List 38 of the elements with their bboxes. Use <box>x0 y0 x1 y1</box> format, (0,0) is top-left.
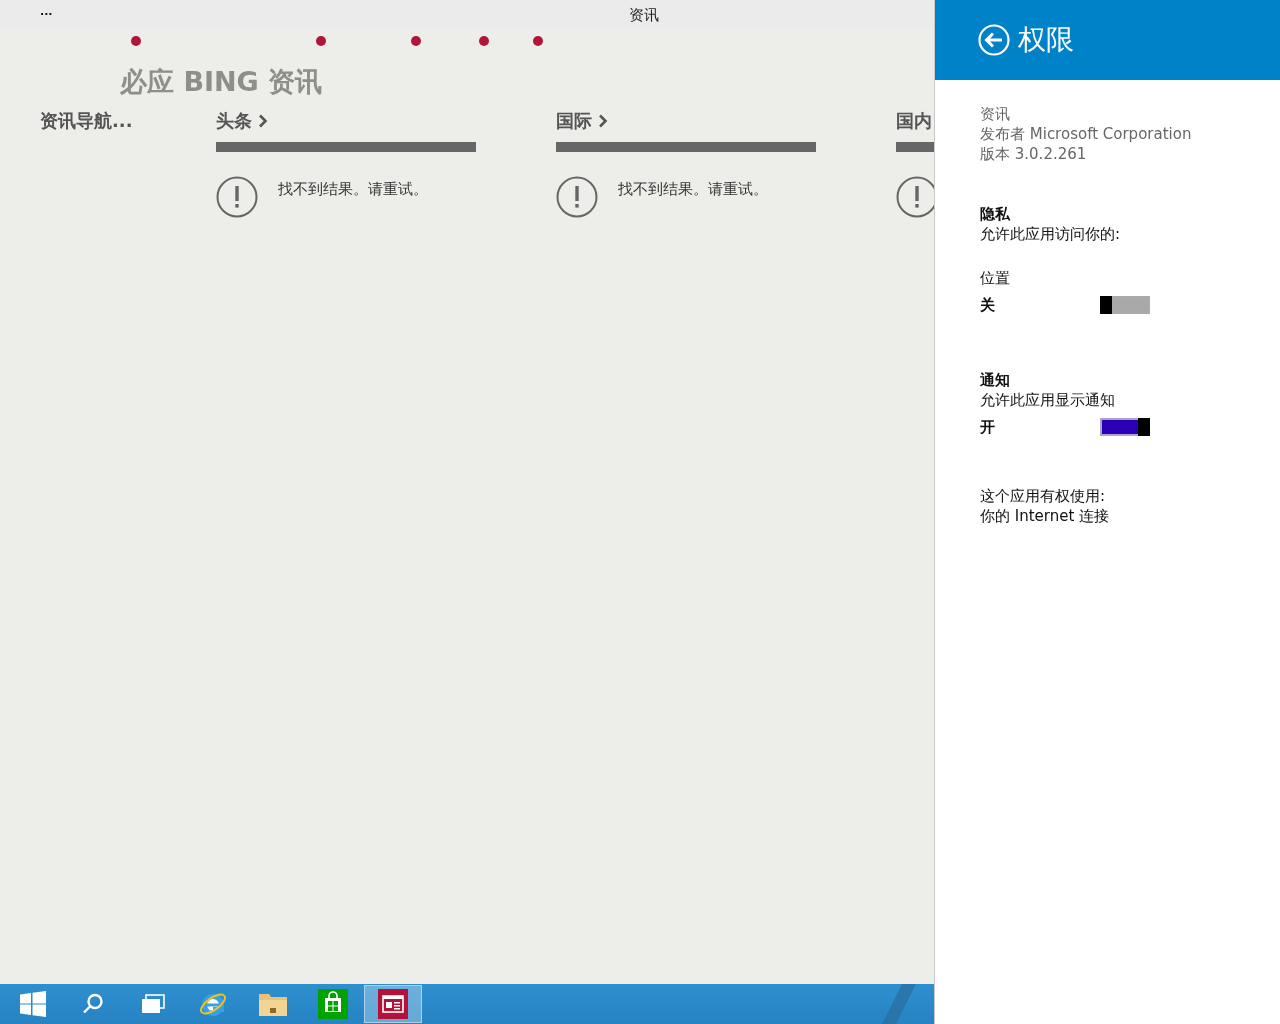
toggle-state-label: 开 <box>980 417 996 437</box>
search-icon <box>81 992 105 1016</box>
loading-dot <box>479 36 489 46</box>
capability-item: 你的 Internet 连接 <box>980 506 1111 526</box>
toggle-switch[interactable] <box>1100 296 1150 314</box>
window-title: 资讯 <box>628 5 659 25</box>
windows-stack-icon <box>141 994 165 1014</box>
windows-logo-icon <box>20 991 46 1017</box>
newspaper-icon <box>378 989 408 1019</box>
folder-icon <box>258 991 288 1017</box>
navigation-label[interactable]: 资讯导航... <box>40 108 216 218</box>
privacy-description: 允许此应用访问你的: <box>980 224 1122 244</box>
setting-label: 通知 <box>980 370 1011 390</box>
pane-title: 权限 <box>1018 22 1074 58</box>
loading-dot <box>316 36 326 46</box>
section-heading-link[interactable]: 国内 <box>896 108 934 134</box>
loading-dot <box>411 36 421 46</box>
exclamation-circle-icon <box>556 176 598 218</box>
toggle-state-label: 关 <box>980 295 996 315</box>
loading-dot <box>533 36 543 46</box>
app-brand-title: 必应 BING 资讯 <box>120 65 324 99</box>
exclamation-circle-icon <box>216 176 258 218</box>
setting-label: 位置 <box>980 268 1011 288</box>
toggle-switch[interactable] <box>1100 418 1150 436</box>
app-info-text: 发布者 Microsoft Corporation <box>980 124 1193 144</box>
privacy-heading: 隐私 <box>980 204 1011 224</box>
capabilities-heading: 这个应用有权使用: <box>980 486 1107 506</box>
shopping-bag-icon <box>318 989 348 1019</box>
section-heading-link[interactable]: 头条 <box>216 108 476 134</box>
error-message: 找不到结果。请重试。 <box>278 180 428 199</box>
setting-description: 允许此应用显示通知 <box>980 390 1116 410</box>
app-info-text: 资讯 <box>980 104 1011 124</box>
loading-dot <box>131 36 141 46</box>
section-heading-link[interactable]: 国际 <box>556 108 816 134</box>
app-info-text: 版本 3.0.2.261 <box>980 144 1088 164</box>
error-message: 找不到结果。请重试。 <box>618 180 768 199</box>
taskbar-button[interactable] <box>364 985 422 1023</box>
menu-ellipsis[interactable]: ... <box>40 5 53 17</box>
